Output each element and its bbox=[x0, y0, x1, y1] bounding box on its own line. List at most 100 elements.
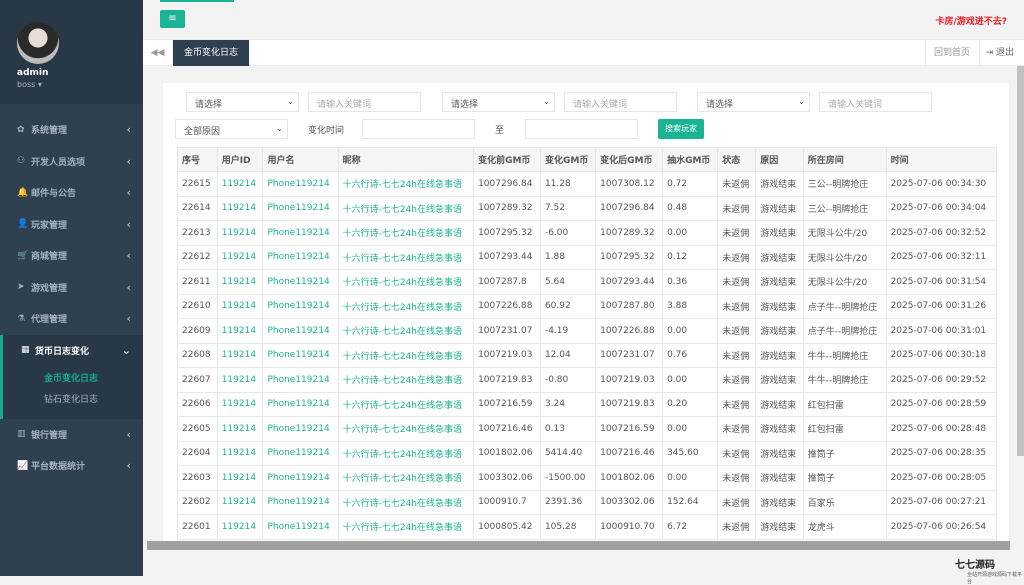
table-row[interactable]: 22610 119214 Phone119214 十六行诗-七七24h在线急事语 100… bbox=[177, 293, 998, 319]
end-time-input[interactable] bbox=[525, 119, 638, 139]
horizontal-scrollbar[interactable] bbox=[147, 541, 1010, 550]
table-row[interactable]: 22612 119214 Phone119214 十六行诗-七七24h在线急事语 100… bbox=[177, 244, 998, 270]
table-cell[interactable]: 119214 bbox=[216, 440, 264, 466]
column-header[interactable]: 变化GM币 bbox=[539, 147, 597, 172]
menu-toggle-button[interactable]: ≡ bbox=[160, 10, 185, 28]
keyword-input-1[interactable]: 请输入关键词 bbox=[308, 92, 421, 112]
table-cell[interactable]: 十六行诗-七七24h在线急事语 bbox=[337, 514, 475, 540]
table-cell[interactable]: 十六行诗-七七24h在线急事语 bbox=[337, 195, 475, 221]
sidebar-item-line-chart[interactable]: 📈 平台数据统计 ‹ bbox=[0, 450, 143, 482]
table-cell[interactable]: 十六行诗-七七24h在线急事语 bbox=[337, 465, 475, 491]
back-home-button[interactable]: 回到首页 bbox=[924, 40, 978, 66]
table-cell[interactable]: 119214 bbox=[216, 220, 264, 246]
table-row[interactable]: 22603 119214 Phone119214 十六行诗-七七24h在线急事语 100… bbox=[177, 465, 998, 491]
sidebar-item-bell[interactable]: 🔔 邮件与公告 ‹ bbox=[0, 177, 143, 209]
column-header[interactable]: 变化后GM币 bbox=[595, 147, 664, 172]
tab-scroll-left-button[interactable]: ◀◀ bbox=[143, 40, 173, 66]
sidebar-item-gears[interactable]: ✿ 系统管理 ‹ bbox=[0, 114, 143, 146]
sidebar-item-cart[interactable]: 🛒 商城管理 ‹ bbox=[0, 240, 143, 272]
search-player-button[interactable]: 搜索玩家 bbox=[658, 119, 704, 139]
table-row[interactable]: 22609 119214 Phone119214 十六行诗-七七24h在线急事语 100… bbox=[177, 318, 998, 344]
avatar[interactable] bbox=[17, 22, 59, 64]
table-cell[interactable]: 119214 bbox=[216, 465, 264, 491]
column-header[interactable]: 时间 bbox=[885, 147, 998, 172]
sidebar-item-rocket[interactable]: ➤ 游戏管理 ‹ bbox=[0, 272, 143, 304]
table-cell[interactable]: Phone119214 bbox=[262, 342, 339, 368]
column-header[interactable]: 序号 bbox=[177, 147, 218, 172]
table-cell[interactable]: 十六行诗-七七24h在线急事语 bbox=[337, 269, 475, 295]
table-cell[interactable]: 十六行诗-七七24h在线急事语 bbox=[337, 489, 475, 515]
table-cell[interactable]: 十六行诗-七七24h在线急事语 bbox=[337, 220, 475, 246]
room-stuck-link[interactable]: 卡房/游戏进不去? bbox=[935, 14, 1007, 27]
table-cell[interactable]: Phone119214 bbox=[262, 440, 339, 466]
table-cell[interactable]: 十六行诗-七七24h在线急事语 bbox=[337, 440, 475, 466]
table-cell[interactable]: Phone119214 bbox=[262, 367, 339, 393]
table-cell[interactable]: 119214 bbox=[216, 391, 264, 417]
table-cell[interactable]: 119214 bbox=[216, 489, 264, 515]
table-row[interactable]: 22607 119214 Phone119214 十六行诗-七七24h在线急事语 100… bbox=[177, 367, 998, 393]
table-cell[interactable]: Phone119214 bbox=[262, 489, 339, 515]
keyword-input-2[interactable]: 请输入关键词 bbox=[564, 92, 677, 112]
column-header[interactable]: 用户名 bbox=[262, 147, 339, 172]
table-row[interactable]: 22606 119214 Phone119214 十六行诗-七七24h在线急事语 100… bbox=[177, 391, 998, 417]
table-cell[interactable]: 119214 bbox=[216, 293, 264, 319]
column-header[interactable]: 所在房间 bbox=[802, 147, 887, 172]
table-row[interactable]: 22604 119214 Phone119214 十六行诗-七七24h在线急事语 100… bbox=[177, 440, 998, 466]
table-cell[interactable]: Phone119214 bbox=[262, 318, 339, 344]
table-cell[interactable]: 119214 bbox=[216, 195, 264, 221]
table-cell[interactable]: 119214 bbox=[216, 342, 264, 368]
column-header[interactable]: 抽水GM币 bbox=[662, 147, 719, 172]
table-row[interactable]: 22601 119214 Phone119214 十六行诗-七七24h在线急事语 100… bbox=[177, 514, 998, 540]
table-cell[interactable]: 十六行诗-七七24h在线急事语 bbox=[337, 391, 475, 417]
table-row[interactable]: 22614 119214 Phone119214 十六行诗-七七24h在线急事语 100… bbox=[177, 195, 998, 221]
table-cell[interactable]: 十六行诗-七七24h在线急事语 bbox=[337, 318, 475, 344]
table-cell[interactable]: Phone119214 bbox=[262, 244, 339, 270]
table-cell[interactable]: Phone119214 bbox=[262, 416, 339, 442]
table-row[interactable]: 22602 119214 Phone119214 十六行诗-七七24h在线急事语 100… bbox=[177, 489, 998, 515]
logout-button[interactable]: ⇥ 退出 bbox=[978, 40, 1020, 66]
table-cell[interactable]: Phone119214 bbox=[262, 195, 339, 221]
sidebar-item-user[interactable]: 👤 玩家管理 ‹ bbox=[0, 209, 143, 241]
table-row[interactable]: 22613 119214 Phone119214 十六行诗-七七24h在线急事语 100… bbox=[177, 220, 998, 246]
table-cell[interactable]: Phone119214 bbox=[262, 391, 339, 417]
column-header[interactable]: 原因 bbox=[755, 147, 804, 172]
table-cell[interactable]: 十六行诗-七七24h在线急事语 bbox=[337, 367, 475, 393]
table-cell[interactable]: 119214 bbox=[216, 367, 264, 393]
submenu-item-gold-log[interactable]: 金币变化日志 bbox=[44, 369, 143, 390]
table-row[interactable]: 22605 119214 Phone119214 十六行诗-七七24h在线急事语 100… bbox=[177, 416, 998, 442]
sidebar-item-currency-log[interactable]: ▦ 货币日志变化 ⌄ bbox=[0, 334, 143, 366]
table-cell[interactable]: 119214 bbox=[216, 269, 264, 295]
filter-select-2[interactable]: 请选择 ⌄ bbox=[442, 92, 555, 112]
sidebar-item-bank[interactable]: ▥ 银行管理 ‹ bbox=[0, 419, 143, 451]
table-cell[interactable]: 119214 bbox=[216, 514, 264, 540]
table-cell[interactable]: 十六行诗-七七24h在线急事语 bbox=[337, 416, 475, 442]
table-cell[interactable]: Phone119214 bbox=[262, 465, 339, 491]
reason-select[interactable]: 全部原因 ⌄ bbox=[175, 119, 288, 139]
table-cell[interactable]: 119214 bbox=[216, 318, 264, 344]
submenu-item-diamond-log[interactable]: 钻石变化日志 bbox=[44, 390, 143, 411]
table-cell[interactable]: 十六行诗-七七24h在线急事语 bbox=[337, 342, 475, 368]
table-cell[interactable]: Phone119214 bbox=[262, 293, 339, 319]
start-time-input[interactable] bbox=[362, 119, 475, 139]
column-header[interactable]: 变化前GM币 bbox=[473, 147, 541, 172]
vertical-scrollbar[interactable] bbox=[1017, 66, 1024, 456]
tab-gold-log[interactable]: 金币变化日志 bbox=[173, 40, 249, 66]
user-role-dropdown[interactable]: boss ▾ bbox=[17, 80, 42, 89]
table-cell[interactable]: Phone119214 bbox=[262, 171, 339, 197]
table-row[interactable]: 22615 119214 Phone119214 十六行诗-七七24h在线急事语 100… bbox=[177, 171, 998, 197]
filter-select-1[interactable]: 请选择 ⌄ bbox=[186, 92, 299, 112]
column-header[interactable]: 用户ID bbox=[216, 147, 264, 172]
filter-select-3[interactable]: 请选择 ⌄ bbox=[697, 92, 810, 112]
sidebar-item-flask[interactable]: ⚗ 代理管理 ‹ bbox=[0, 303, 143, 335]
table-cell[interactable]: 十六行诗-七七24h在线急事语 bbox=[337, 171, 475, 197]
table-cell[interactable]: 十六行诗-七七24h在线急事语 bbox=[337, 244, 475, 270]
column-header[interactable]: 状态 bbox=[717, 147, 757, 172]
table-cell[interactable]: 119214 bbox=[216, 244, 264, 270]
table-row[interactable]: 22608 119214 Phone119214 十六行诗-七七24h在线急事语 100… bbox=[177, 342, 998, 368]
table-cell[interactable]: Phone119214 bbox=[262, 514, 339, 540]
table-cell[interactable]: Phone119214 bbox=[262, 269, 339, 295]
keyword-input-3[interactable]: 请输入关键词 bbox=[819, 92, 932, 112]
sidebar-item-gamepad[interactable]: ⚇ 开发人员选项 ‹ bbox=[0, 146, 143, 178]
column-header[interactable]: 昵称 bbox=[337, 147, 475, 172]
table-cell[interactable]: 119214 bbox=[216, 171, 264, 197]
